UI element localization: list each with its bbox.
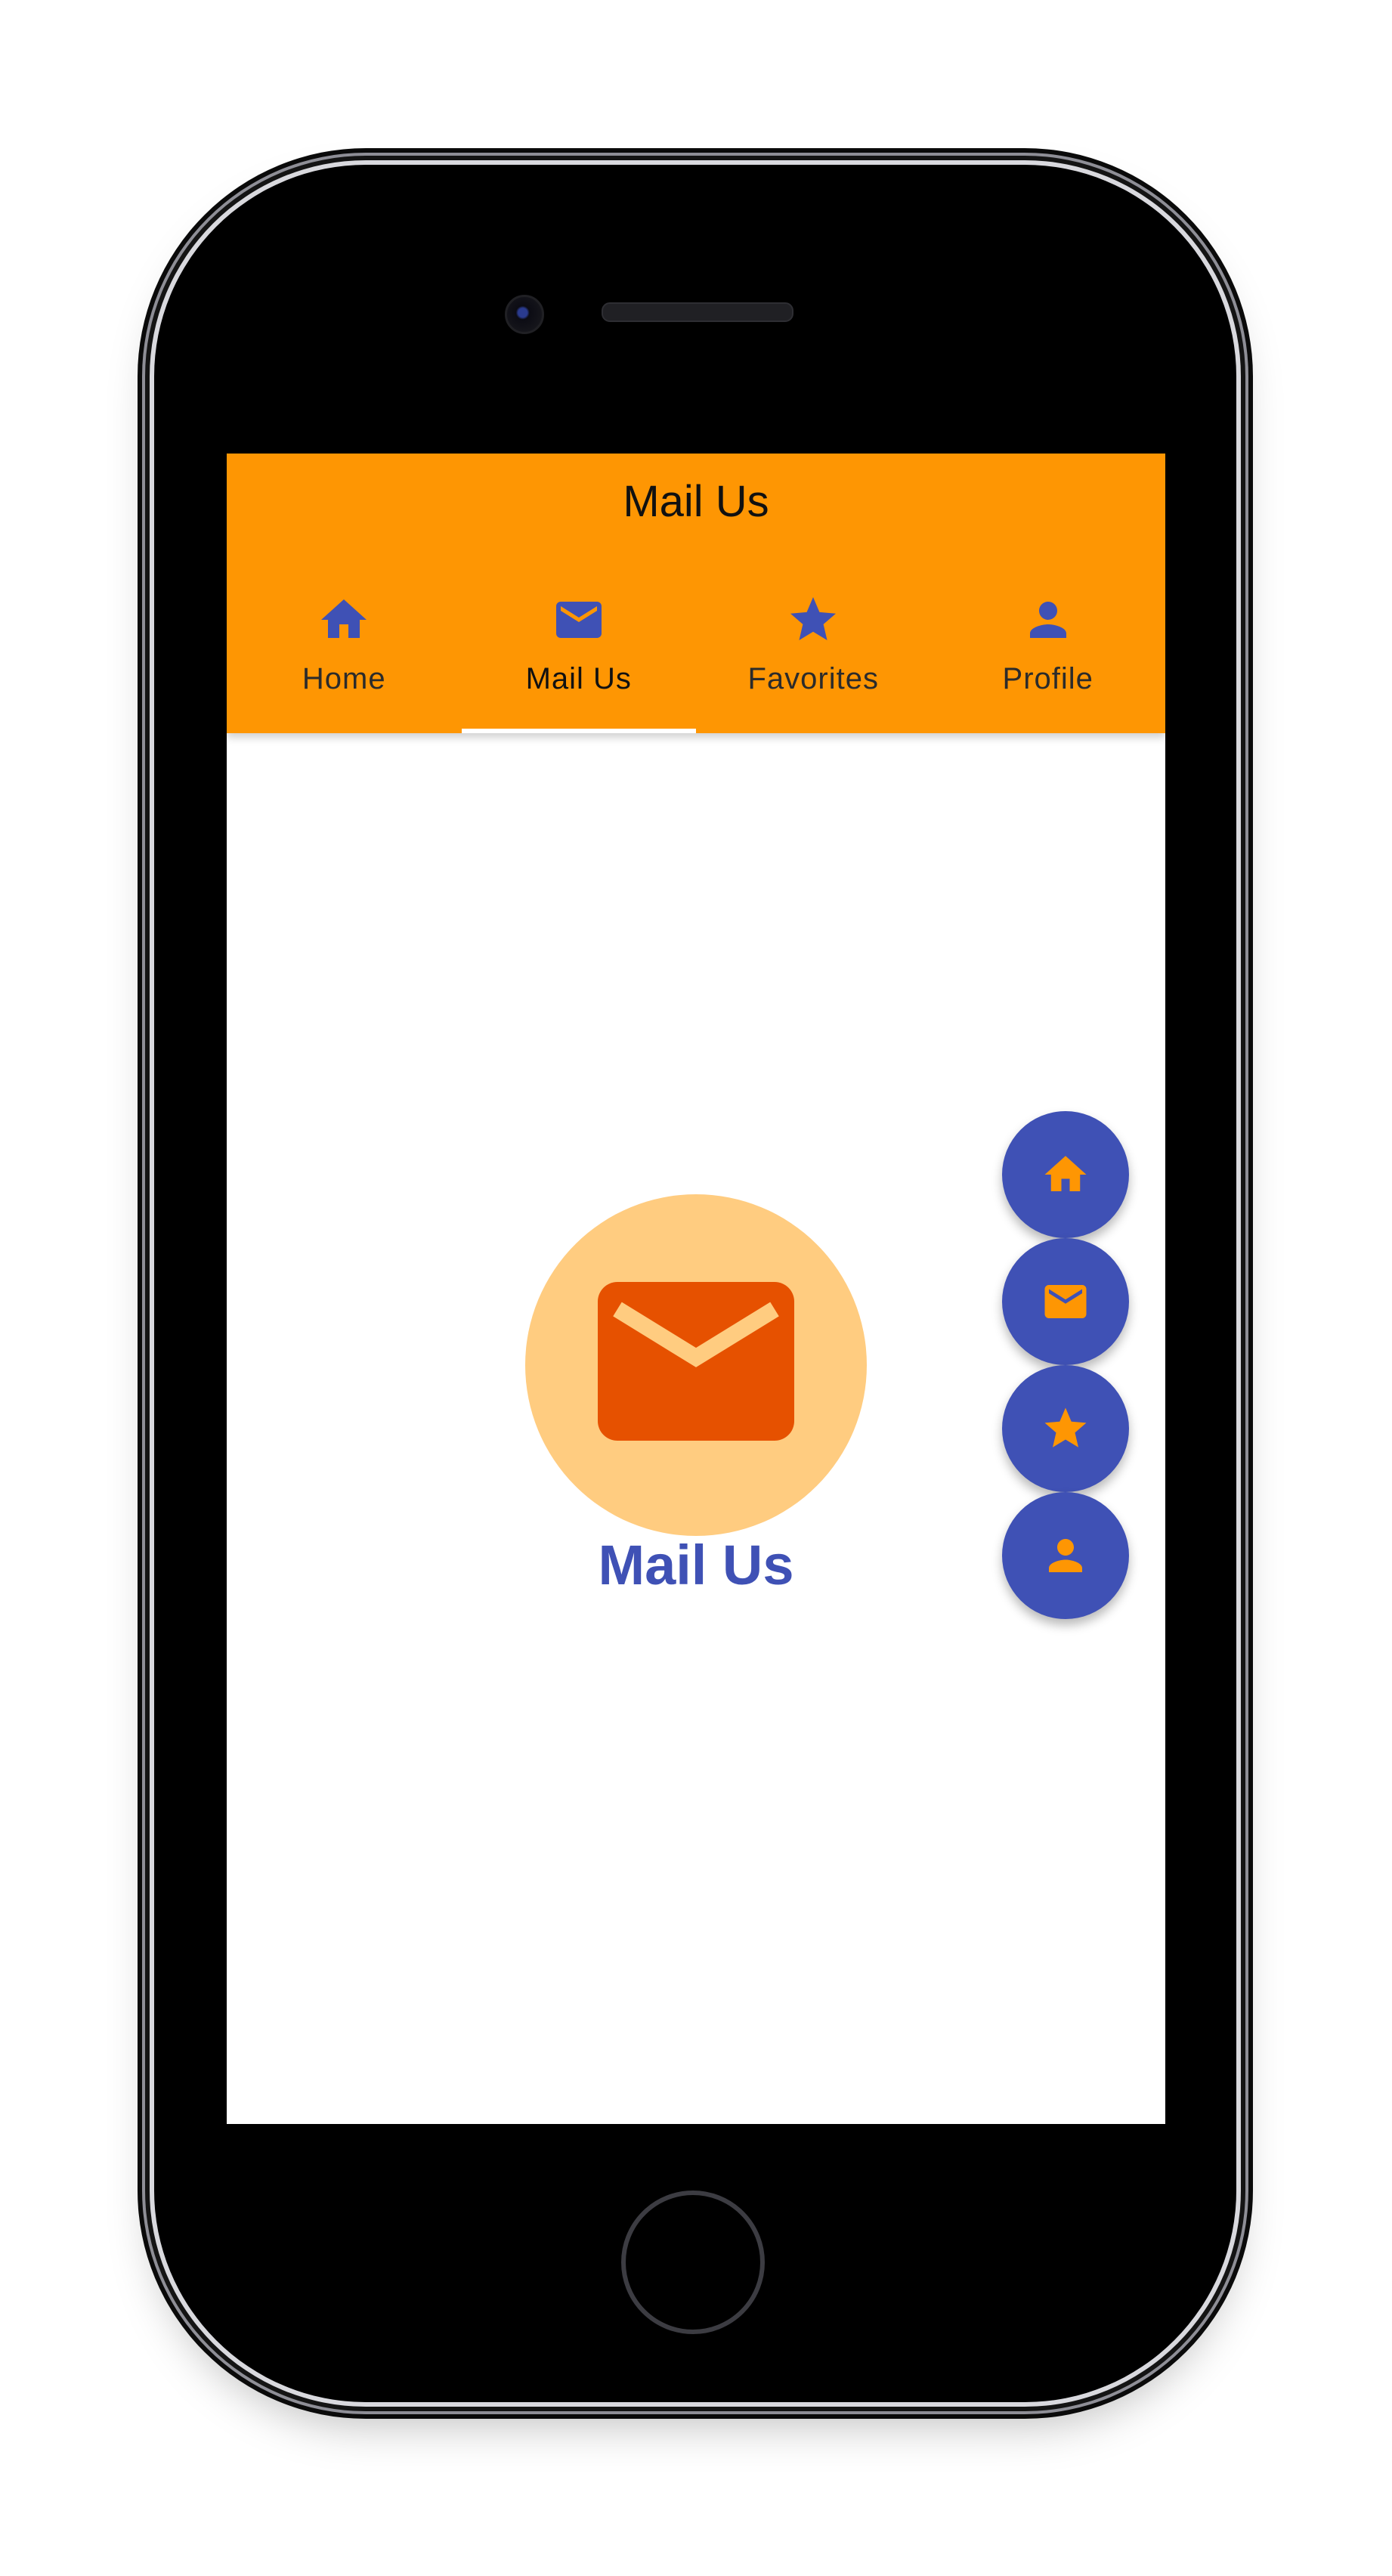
app-screen: Mail Us Home Mail Us Favorites Profile M…: [227, 454, 1165, 2124]
tab-bar: Home Mail Us Favorites Profile: [227, 582, 1165, 733]
mail-icon: [598, 1282, 794, 1441]
earpiece-speaker: [602, 302, 793, 322]
tab-mail-us-label: Mail Us: [525, 662, 632, 695]
mail-icon: [555, 602, 602, 638]
home-button[interactable]: [621, 2191, 765, 2334]
star-icon: [1044, 1407, 1087, 1447]
tab-profile[interactable]: Profile: [931, 582, 1166, 733]
tab-mail-us[interactable]: Mail Us: [461, 582, 696, 733]
person-icon: [1029, 602, 1066, 638]
home-icon: [321, 599, 367, 638]
page-title: Mail Us: [623, 477, 769, 526]
fab-home-button[interactable]: [1002, 1111, 1129, 1238]
tab-home-label: Home: [302, 662, 386, 695]
fab-mail-button[interactable]: [1002, 1238, 1129, 1365]
fab-favorites-button[interactable]: [1002, 1365, 1129, 1492]
tab-favorites[interactable]: Favorites: [696, 582, 931, 733]
app-bar: Mail Us Home Mail Us Favorites Profile: [227, 454, 1165, 733]
hero-icon-circle: [525, 1194, 867, 1536]
fab-profile-button[interactable]: [1002, 1492, 1129, 1619]
tab-favorites-label: Favorites: [747, 662, 879, 695]
person-icon: [1049, 1539, 1082, 1572]
front-camera: [505, 295, 544, 334]
star-icon: [790, 597, 837, 640]
tab-home[interactable]: Home: [227, 582, 462, 733]
tab-profile-label: Profile: [1002, 662, 1093, 695]
active-tab-indicator: [461, 729, 696, 733]
mail-icon: [1044, 1285, 1087, 1318]
home-icon: [1044, 1156, 1087, 1191]
